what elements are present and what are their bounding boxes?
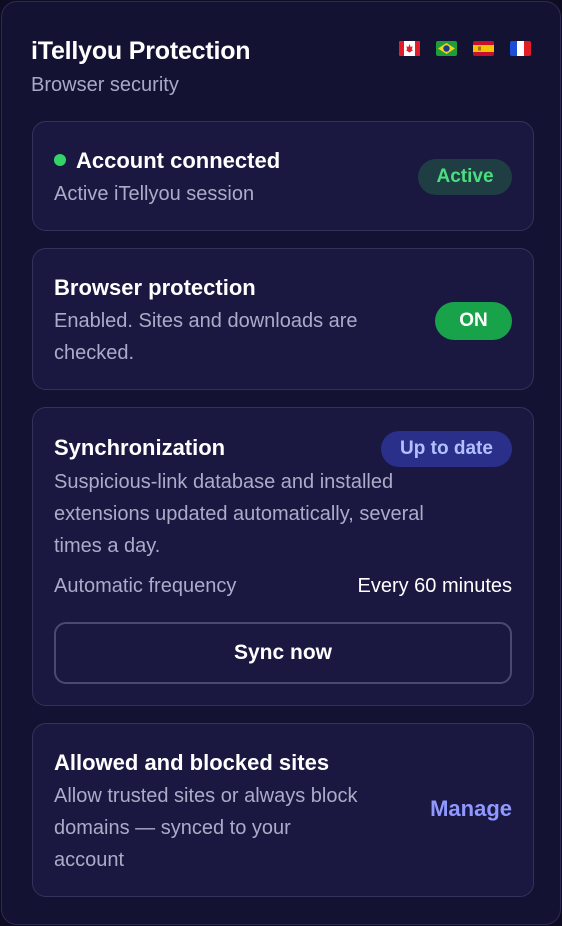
status-badge: Active [418, 159, 512, 195]
france-flag-icon[interactable] [510, 41, 531, 56]
account-text: Active iTellyou session [54, 183, 255, 205]
popup-header: iTellyou Protection Browser security [31, 36, 531, 102]
sync-now-button[interactable]: Sync now [54, 622, 512, 684]
protection-toggle[interactable]: ON [435, 302, 512, 340]
sync-text-line2: extensions updated automatically, severa… [54, 503, 424, 525]
sync-status-badge: Up to date [381, 431, 512, 467]
protection-text-line1: Enabled. Sites and downloads are [54, 310, 358, 332]
frequency-value: Every 60 minutes [357, 575, 512, 597]
protection-text-line2: checked. [54, 342, 135, 364]
sync-text-line1: Suspicious-link database and installed [54, 471, 394, 493]
sync-text-line3: times a day. [54, 535, 161, 557]
account-card: Account connected Active iTellyou sessio… [32, 121, 534, 231]
account-heading: Account connected [54, 147, 280, 175]
sites-title: Allowed and blocked sites [54, 750, 330, 775]
brazil-flag-icon[interactable] [436, 41, 457, 56]
spain-flag-icon[interactable] [473, 41, 494, 56]
frequency-label: Automatic frequency [54, 575, 237, 597]
status-dot-icon [54, 154, 66, 166]
account-title: Account connected [76, 148, 281, 173]
protection-card: Browser protection Enabled. Sites and do… [32, 248, 534, 390]
popup-subtitle: Browser security [31, 74, 179, 96]
manage-sites-link[interactable]: Manage [430, 796, 512, 822]
sites-text-line2: domains — synced to your [54, 817, 291, 839]
extension-popup: iTellyou Protection Browser security Acc… [1, 1, 561, 925]
language-selector [399, 41, 531, 56]
sync-card: Synchronization Up to date Suspicious-li… [32, 407, 534, 706]
sites-text-line3: account [54, 849, 125, 871]
sites-text-line1: Allow trusted sites or always block [54, 785, 358, 807]
sites-card: Allowed and blocked sites Allow trusted … [32, 723, 534, 897]
protection-title: Browser protection [54, 275, 256, 300]
canada-flag-icon[interactable] [399, 41, 420, 56]
sync-title: Synchronization [54, 435, 226, 460]
